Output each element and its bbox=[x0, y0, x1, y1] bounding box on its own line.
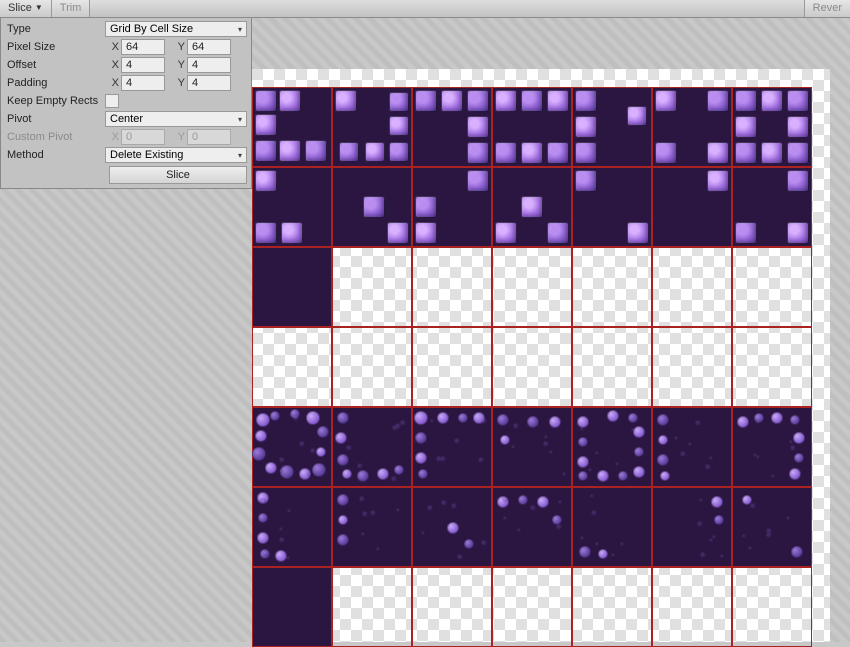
sprite-cell[interactable] bbox=[652, 487, 732, 567]
sprite-cell[interactable] bbox=[572, 247, 652, 327]
sprite-cell[interactable] bbox=[412, 567, 492, 647]
pixel-size-x-input[interactable] bbox=[121, 39, 165, 55]
y-label: Y bbox=[171, 41, 185, 53]
method-select[interactable]: Delete Existing ▾ bbox=[105, 147, 247, 163]
sprite-cell[interactable] bbox=[332, 327, 412, 407]
pivot-label: Pivot bbox=[5, 113, 105, 125]
revert-button[interactable]: Rever bbox=[804, 0, 850, 17]
sprite-cell[interactable] bbox=[732, 327, 812, 407]
chevron-down-icon: ▾ bbox=[238, 25, 242, 34]
sprite-sheet[interactable] bbox=[252, 87, 812, 647]
pivot-select[interactable]: Center ▾ bbox=[105, 111, 247, 127]
y-label: Y bbox=[171, 131, 185, 143]
keep-empty-label: Keep Empty Rects bbox=[5, 95, 105, 107]
offset-x-input[interactable] bbox=[121, 57, 165, 73]
type-label: Type bbox=[5, 23, 105, 35]
sprite-cell[interactable] bbox=[572, 167, 652, 247]
offset-y-input[interactable] bbox=[187, 57, 231, 73]
sprite-cell[interactable] bbox=[332, 567, 412, 647]
padding-label: Padding bbox=[5, 77, 105, 89]
sprite-cell[interactable] bbox=[732, 87, 812, 167]
toolbar: Slice▼ Trim Rever bbox=[0, 0, 850, 18]
sprite-cell[interactable] bbox=[412, 87, 492, 167]
y-label: Y bbox=[171, 77, 185, 89]
custom-pivot-label: Custom Pivot bbox=[5, 131, 105, 143]
type-value: Grid By Cell Size bbox=[110, 23, 193, 35]
sprite-cell[interactable] bbox=[652, 247, 732, 327]
sprite-cell[interactable] bbox=[732, 167, 812, 247]
sprite-cell[interactable] bbox=[332, 167, 412, 247]
sprite-cell[interactable] bbox=[252, 327, 332, 407]
sprite-cell[interactable] bbox=[572, 567, 652, 647]
y-label: Y bbox=[171, 59, 185, 71]
pixel-size-y-input[interactable] bbox=[187, 39, 231, 55]
custom-pivot-x-input bbox=[121, 129, 165, 145]
pixel-size-label: Pixel Size bbox=[5, 41, 105, 53]
slice-button[interactable]: Slice bbox=[109, 166, 247, 184]
custom-pivot-y-input bbox=[187, 129, 231, 145]
sprite-cell[interactable] bbox=[412, 167, 492, 247]
type-select[interactable]: Grid By Cell Size ▾ bbox=[105, 21, 247, 37]
keep-empty-checkbox[interactable] bbox=[105, 94, 119, 108]
sprite-cell[interactable] bbox=[492, 487, 572, 567]
sprite-cell[interactable] bbox=[732, 407, 812, 487]
chevron-down-icon: ▾ bbox=[238, 115, 242, 124]
pivot-value: Center bbox=[110, 113, 143, 125]
sprite-cell[interactable] bbox=[572, 327, 652, 407]
x-label: X bbox=[105, 41, 119, 53]
caret-down-icon: ▼ bbox=[35, 3, 43, 12]
slice-panel: Type Grid By Cell Size ▾ Pixel Size X Y … bbox=[0, 18, 252, 189]
x-label: X bbox=[105, 77, 119, 89]
method-value: Delete Existing bbox=[110, 149, 183, 161]
sprite-cell[interactable] bbox=[652, 407, 732, 487]
sprite-cell[interactable] bbox=[732, 247, 812, 327]
sprite-cell[interactable] bbox=[252, 87, 332, 167]
sprite-cell[interactable] bbox=[652, 327, 732, 407]
method-label: Method bbox=[5, 149, 105, 161]
sprite-cell[interactable] bbox=[332, 87, 412, 167]
sprite-cell[interactable] bbox=[492, 567, 572, 647]
toolbar-spacer bbox=[90, 0, 803, 17]
sprite-cell[interactable] bbox=[492, 327, 572, 407]
chevron-down-icon: ▾ bbox=[238, 151, 242, 160]
padding-y-input[interactable] bbox=[187, 75, 231, 91]
sprite-cell[interactable] bbox=[252, 487, 332, 567]
revert-label: Rever bbox=[813, 2, 842, 14]
padding-x-input[interactable] bbox=[121, 75, 165, 91]
sprite-cell[interactable] bbox=[652, 87, 732, 167]
sprite-cell[interactable] bbox=[652, 167, 732, 247]
sprite-cell[interactable] bbox=[332, 407, 412, 487]
sprite-cell[interactable] bbox=[492, 407, 572, 487]
offset-label: Offset bbox=[5, 59, 105, 71]
sprite-cell[interactable] bbox=[412, 407, 492, 487]
x-label: X bbox=[105, 131, 119, 143]
sprite-cell[interactable] bbox=[412, 487, 492, 567]
slice-menu-label: Slice bbox=[8, 2, 32, 14]
sprite-cell[interactable] bbox=[732, 567, 812, 647]
x-label: X bbox=[105, 59, 119, 71]
sprite-cell[interactable] bbox=[572, 87, 652, 167]
sprite-cell[interactable] bbox=[572, 487, 652, 567]
slice-button-label: Slice bbox=[166, 169, 190, 181]
sprite-cell[interactable] bbox=[492, 167, 572, 247]
sprite-cell[interactable] bbox=[252, 567, 332, 647]
sprite-cell[interactable] bbox=[492, 247, 572, 327]
trim-button[interactable]: Trim bbox=[52, 0, 91, 17]
sprite-cell[interactable] bbox=[492, 87, 572, 167]
trim-label: Trim bbox=[60, 2, 82, 14]
sprite-cell[interactable] bbox=[572, 407, 652, 487]
sprite-cell[interactable] bbox=[332, 487, 412, 567]
sprite-cell[interactable] bbox=[332, 247, 412, 327]
sprite-cell[interactable] bbox=[732, 487, 812, 567]
sprite-cell[interactable] bbox=[652, 567, 732, 647]
sprite-cell[interactable] bbox=[252, 407, 332, 487]
sprite-cell[interactable] bbox=[412, 327, 492, 407]
sprite-cell[interactable] bbox=[252, 167, 332, 247]
slice-menu-button[interactable]: Slice▼ bbox=[0, 0, 52, 17]
sprite-cell[interactable] bbox=[252, 247, 332, 327]
sprite-cell[interactable] bbox=[412, 247, 492, 327]
